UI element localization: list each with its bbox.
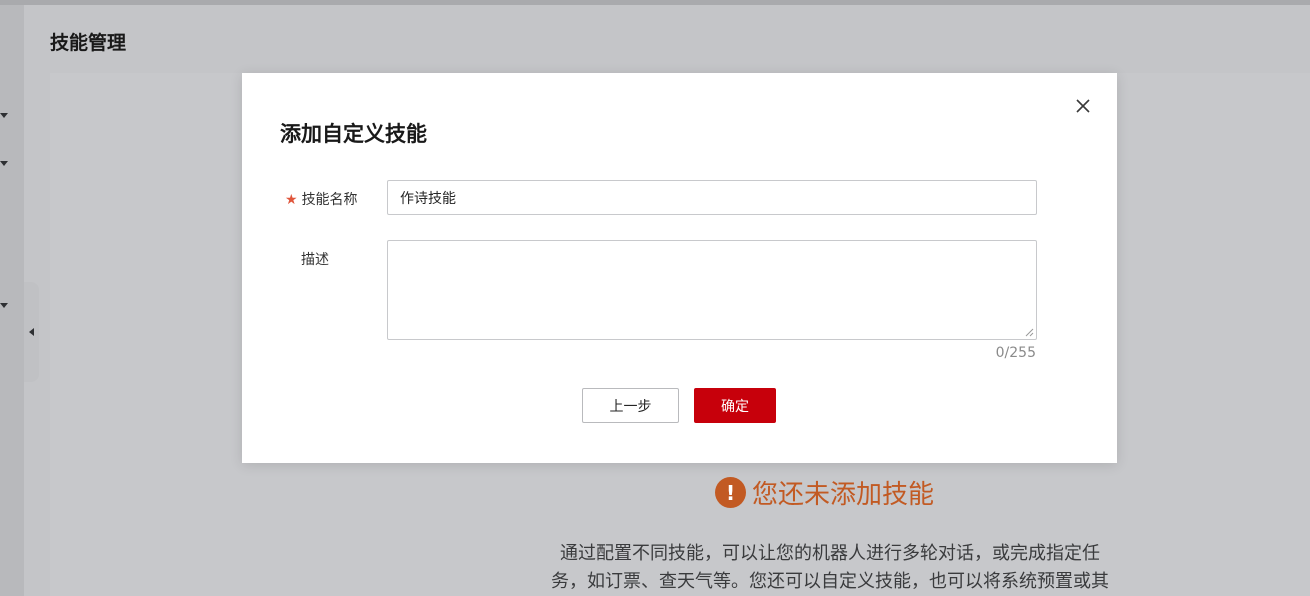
sidebar-collapse-toggle[interactable] xyxy=(24,282,39,382)
skill-name-input[interactable]: 作诗技能 xyxy=(387,180,1037,215)
character-counter: 0/255 xyxy=(995,345,1036,361)
page-title: 技能管理 xyxy=(50,32,127,54)
skill-name-label-text: 技能名称 xyxy=(301,192,358,208)
empty-state-title: ! 您还未添加技能 xyxy=(715,474,934,511)
resize-grip-icon[interactable] xyxy=(1025,328,1034,337)
warning-icon: ! xyxy=(715,477,746,508)
left-nav-sidebar xyxy=(0,5,24,596)
empty-state-description: 通过配置不同技能，可以让您的机器人进行多轮对话，或完成指定任 务，如订票、查天气… xyxy=(510,540,1150,596)
nav-expand-caret-icon[interactable] xyxy=(0,113,8,118)
close-button[interactable] xyxy=(1071,94,1095,118)
dialog-title: 添加自定义技能 xyxy=(280,122,427,146)
skill-name-value: 作诗技能 xyxy=(400,190,456,207)
nav-expand-caret-icon[interactable] xyxy=(0,303,8,308)
add-custom-skill-dialog: 添加自定义技能 ★ 技能名称 作诗技能 描述 0/255 上一步 确定 xyxy=(242,73,1117,463)
empty-state-description-line: 通过配置不同技能，可以让您的机器人进行多轮对话，或完成指定任 xyxy=(560,543,1100,564)
empty-state-description-line: 务，如订票、查天气等。您还可以自定义技能，也可以将系统预置或其 xyxy=(551,571,1109,592)
top-border xyxy=(0,0,1310,5)
description-label: 描述 xyxy=(301,252,329,268)
required-mark: ★ xyxy=(285,192,298,208)
previous-step-button[interactable]: 上一步 xyxy=(582,388,679,423)
chevron-left-icon xyxy=(29,328,34,336)
confirm-button[interactable]: 确定 xyxy=(694,388,776,423)
empty-state-title-text: 您还未添加技能 xyxy=(752,480,935,510)
close-icon xyxy=(1076,99,1090,113)
skill-name-label: ★ 技能名称 xyxy=(285,189,358,209)
description-textarea[interactable] xyxy=(387,240,1037,340)
nav-expand-caret-icon[interactable] xyxy=(0,161,8,166)
